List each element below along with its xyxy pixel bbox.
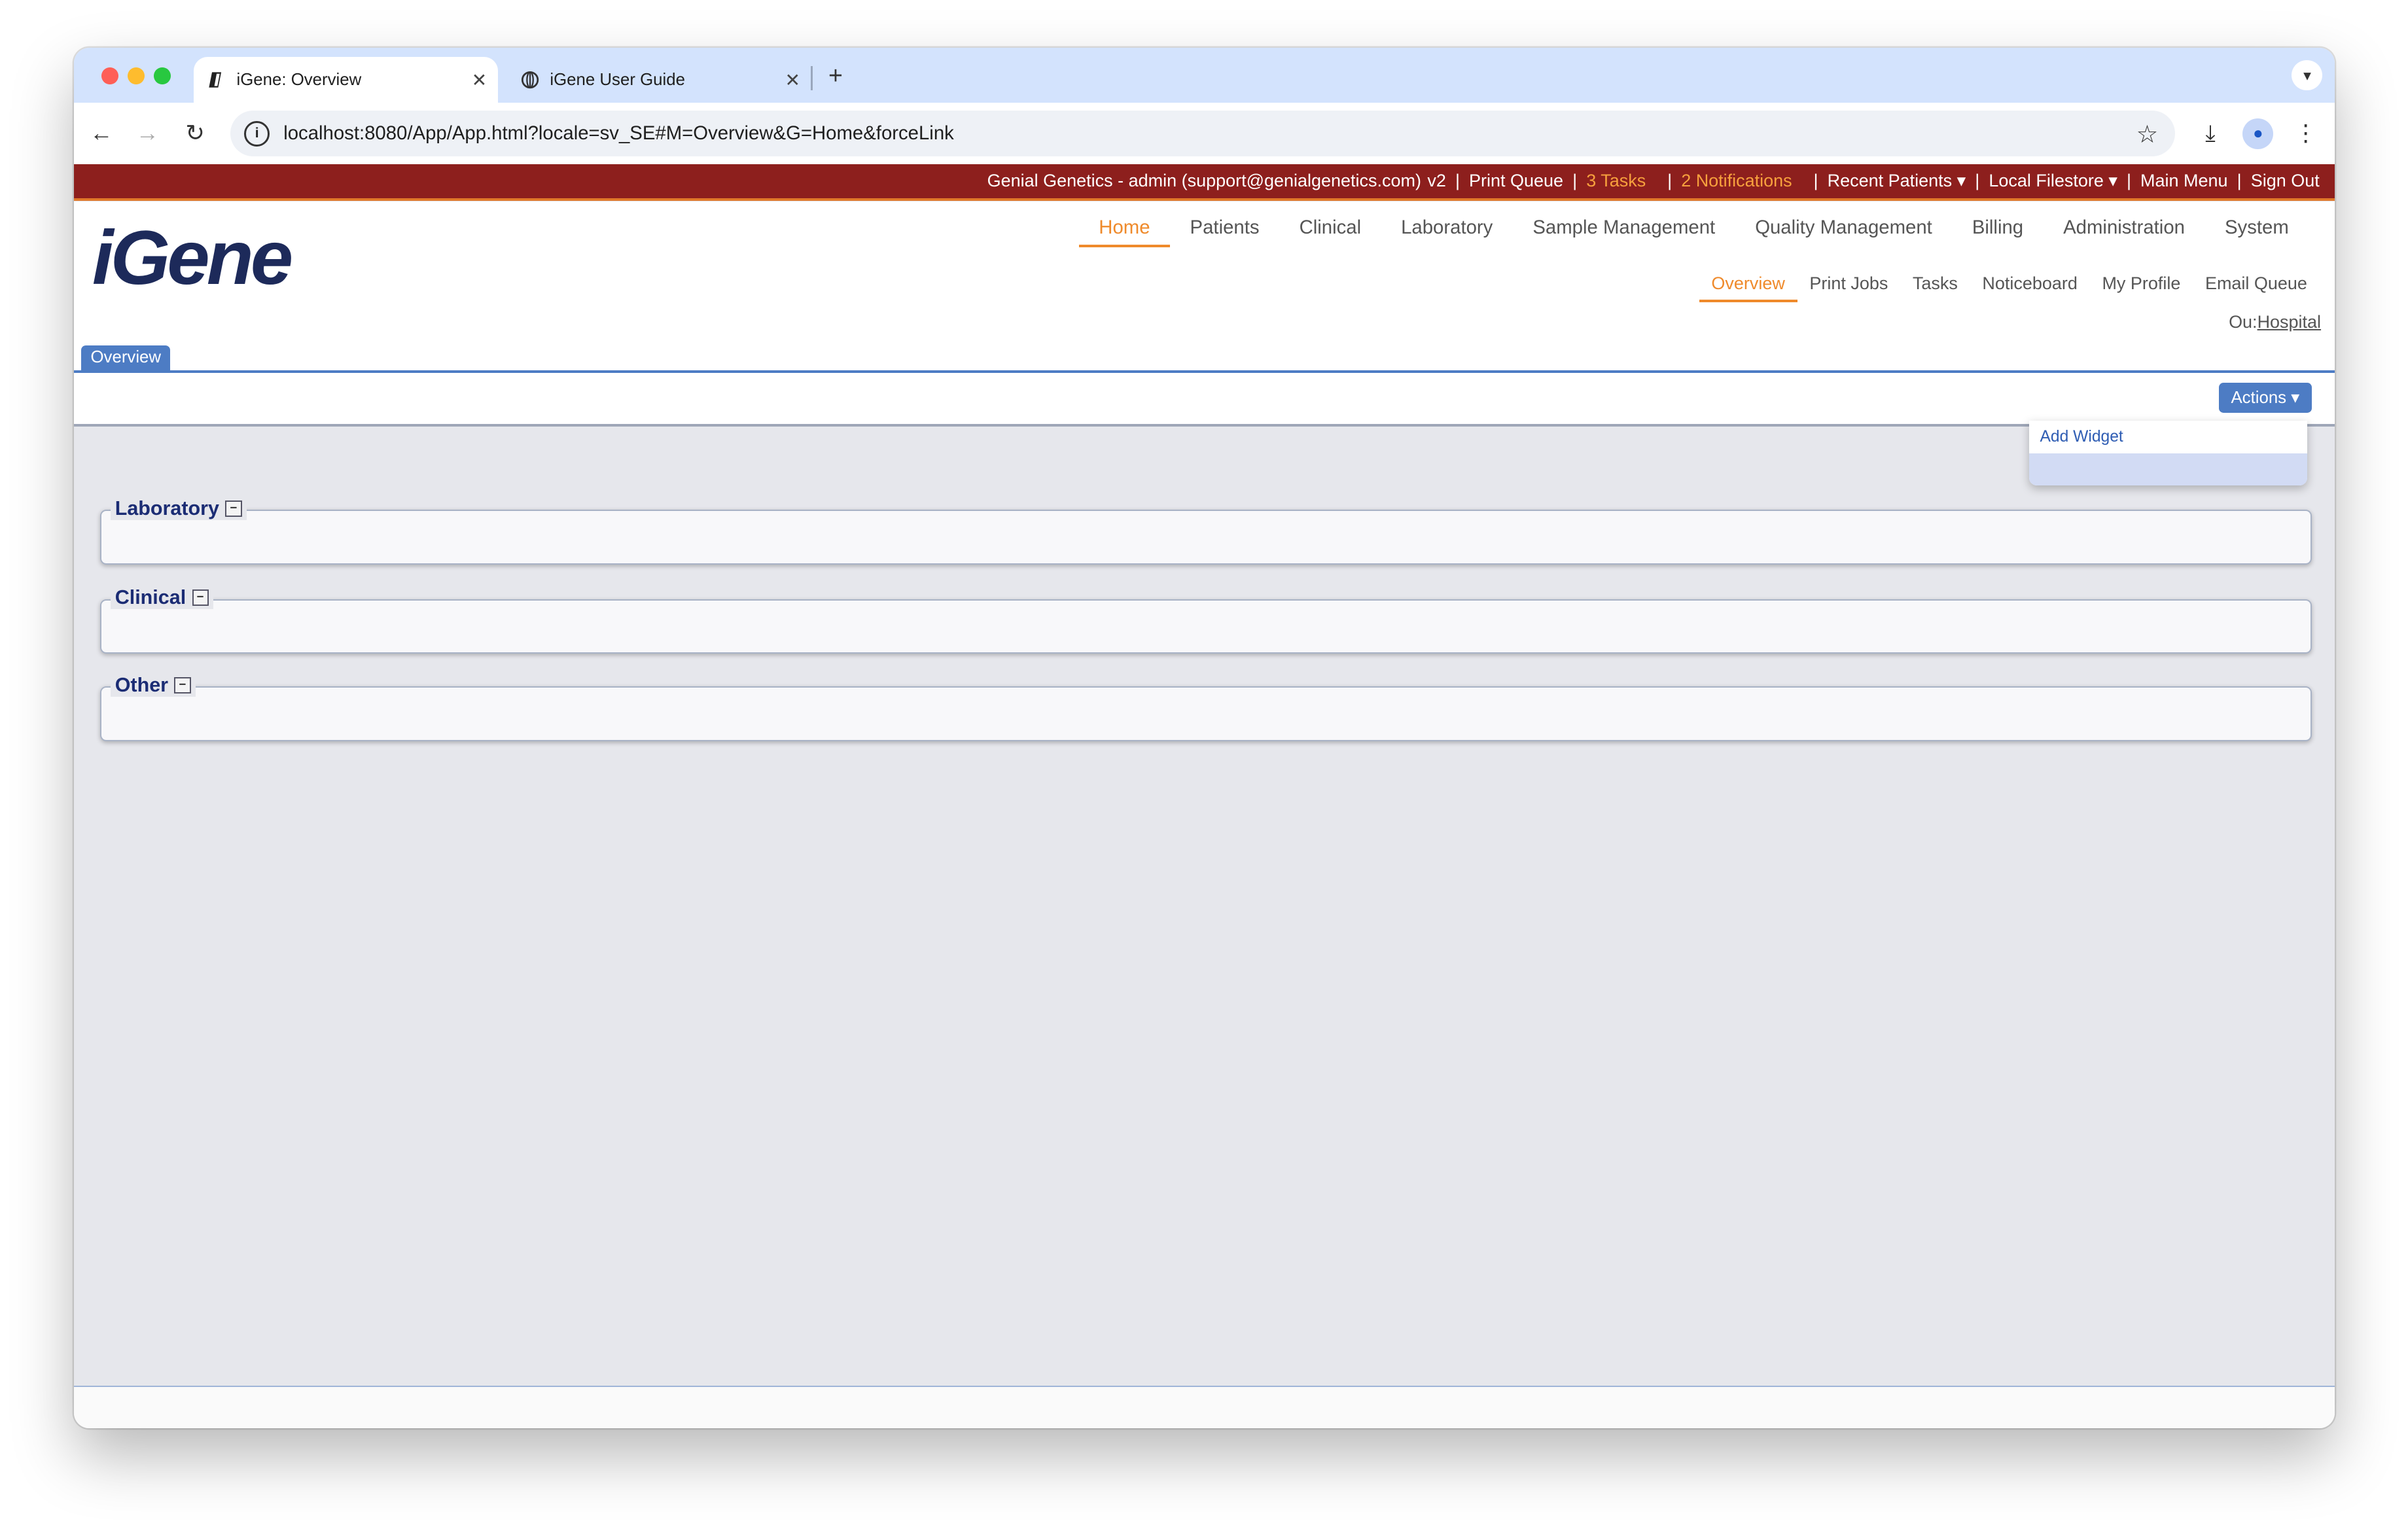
new-tab-button[interactable]: + xyxy=(822,61,849,90)
address-bar[interactable]: i localhost:8080/App/App.html?locale=sv_… xyxy=(230,111,2176,157)
tab-separator xyxy=(811,65,813,91)
browser-window: iGene: Overview ✕ iGene User Guide ✕ + ▾… xyxy=(73,47,2335,1429)
account-info: Genial Genetics - admin (support@genialg… xyxy=(987,171,1421,191)
add-widget-menu-item[interactable]: Add Widget xyxy=(2029,421,2307,453)
version-label: v2 xyxy=(1427,171,1446,191)
profile-avatar-icon[interactable]: ● xyxy=(2242,118,2274,149)
igene-logo[interactable]: iGene xyxy=(92,213,293,302)
minimize-window-button[interactable] xyxy=(127,67,145,85)
browser-tab-active[interactable]: iGene: Overview ✕ xyxy=(193,56,498,103)
panel-legend: Other − xyxy=(110,674,196,697)
panel-title: Laboratory xyxy=(115,497,219,520)
nav-system[interactable]: System xyxy=(2204,217,2309,247)
subnav-email-queue[interactable]: Email Queue xyxy=(2193,273,2320,302)
close-tab-icon[interactable]: ✕ xyxy=(467,69,492,91)
separator: | xyxy=(2237,171,2242,191)
tasks-link[interactable]: 3 Tasks xyxy=(1586,171,1646,191)
site-info-icon[interactable]: i xyxy=(244,120,270,147)
user-bar: Genial Genetics - admin (support@genialg… xyxy=(73,164,2335,201)
subnav-my-profile[interactable]: My Profile xyxy=(2090,273,2193,302)
separator: | xyxy=(1667,171,1673,191)
bookmark-star-icon[interactable]: ☆ xyxy=(2136,120,2159,149)
app-footer xyxy=(73,1385,2335,1429)
separator: | xyxy=(1455,171,1460,191)
main-nav: Home Patients Clinical Laboratory Sample… xyxy=(1078,217,2309,248)
menu-item-highlight[interactable] xyxy=(2029,453,2307,485)
subnav-print-jobs[interactable]: Print Jobs xyxy=(1797,273,1901,302)
maximize-window-button[interactable] xyxy=(153,67,171,85)
nav-quality-management[interactable]: Quality Management xyxy=(1735,217,1953,247)
separator: | xyxy=(1975,171,1980,191)
laboratory-panel: Laboratory − xyxy=(99,497,2312,565)
browser-tab-title: iGene User Guide xyxy=(550,70,685,89)
globe-favicon-icon xyxy=(521,71,539,89)
print-queue-link[interactable]: Print Queue xyxy=(1469,171,1563,191)
browser-toolbar: ← → ↻ i localhost:8080/App/App.html?loca… xyxy=(73,103,2335,165)
recent-patients-menu[interactable]: Recent Patients ▾ xyxy=(1828,171,1966,191)
page-tab-bar: Overview xyxy=(73,342,2335,373)
nav-patients[interactable]: Patients xyxy=(1170,217,1279,247)
reload-icon[interactable]: ↻ xyxy=(180,118,211,149)
separator: | xyxy=(1572,171,1578,191)
actions-button[interactable]: Actions ▾ xyxy=(2218,382,2312,413)
forward-arrow-icon[interactable]: → xyxy=(132,118,163,149)
subnav-noticeboard[interactable]: Noticeboard xyxy=(1970,273,2090,302)
panel-legend: Clinical − xyxy=(110,586,213,610)
nav-clinical[interactable]: Clinical xyxy=(1279,217,1381,247)
action-bar: Actions ▾ xyxy=(73,373,2335,427)
browser-tab-user-guide[interactable]: iGene User Guide ✕ xyxy=(507,57,811,103)
tab-overview[interactable]: Overview xyxy=(81,345,171,370)
clinical-panel: Clinical − xyxy=(99,586,2312,654)
org-unit-link[interactable]: Hospital xyxy=(2258,312,2322,332)
org-unit: Ou:Hospital xyxy=(2229,312,2321,332)
collapse-icon[interactable]: − xyxy=(174,677,191,694)
sign-out-link[interactable]: Sign Out xyxy=(2251,171,2320,191)
collapse-icon[interactable]: − xyxy=(192,589,209,606)
nav-sample-management[interactable]: Sample Management xyxy=(1513,217,1735,247)
collapse-icon[interactable]: − xyxy=(225,500,242,518)
url-text[interactable]: localhost:8080/App/App.html?locale=sv_SE… xyxy=(283,122,954,145)
nav-billing[interactable]: Billing xyxy=(1952,217,2043,247)
subnav-tasks[interactable]: Tasks xyxy=(1900,273,1970,302)
panel-legend: Laboratory − xyxy=(110,497,247,521)
back-arrow-icon[interactable]: ← xyxy=(86,118,116,149)
panel-title: Other xyxy=(115,674,169,697)
notifications-link[interactable]: 2 Notifications xyxy=(1681,171,1792,191)
tab-search-chevron-icon[interactable]: ▾ xyxy=(2292,60,2323,91)
other-panel: Other − xyxy=(99,674,2312,742)
panel-title: Clinical xyxy=(115,586,186,609)
sub-nav: Overview Print Jobs Tasks Noticeboard My… xyxy=(1699,273,2320,303)
main-menu-link[interactable]: Main Menu xyxy=(2140,171,2228,191)
close-window-button[interactable] xyxy=(101,67,118,85)
nav-home[interactable]: Home xyxy=(1078,217,1171,248)
tab-strip: iGene: Overview ✕ iGene User Guide ✕ + ▾ xyxy=(73,47,2335,103)
browser-menu-icon[interactable]: ⋮ xyxy=(2290,118,2321,149)
download-icon[interactable]: ⤓ xyxy=(2195,118,2226,149)
igene-app: Genial Genetics - admin (support@genialg… xyxy=(73,164,2335,1429)
igene-favicon-icon xyxy=(207,71,226,89)
nav-administration[interactable]: Administration xyxy=(2044,217,2205,247)
close-tab-icon[interactable]: ✕ xyxy=(781,69,806,91)
local-filestore-menu[interactable]: Local Filestore ▾ xyxy=(1989,171,2117,191)
separator: | xyxy=(2126,171,2131,191)
actions-dropdown-menu: Add Widget xyxy=(2029,421,2307,485)
nav-laboratory[interactable]: Laboratory xyxy=(1381,217,1513,247)
browser-tab-title: iGene: Overview xyxy=(236,70,362,89)
subnav-overview[interactable]: Overview xyxy=(1699,273,1797,303)
separator: | xyxy=(1813,171,1818,191)
org-unit-label: Ou: xyxy=(2229,311,2258,332)
